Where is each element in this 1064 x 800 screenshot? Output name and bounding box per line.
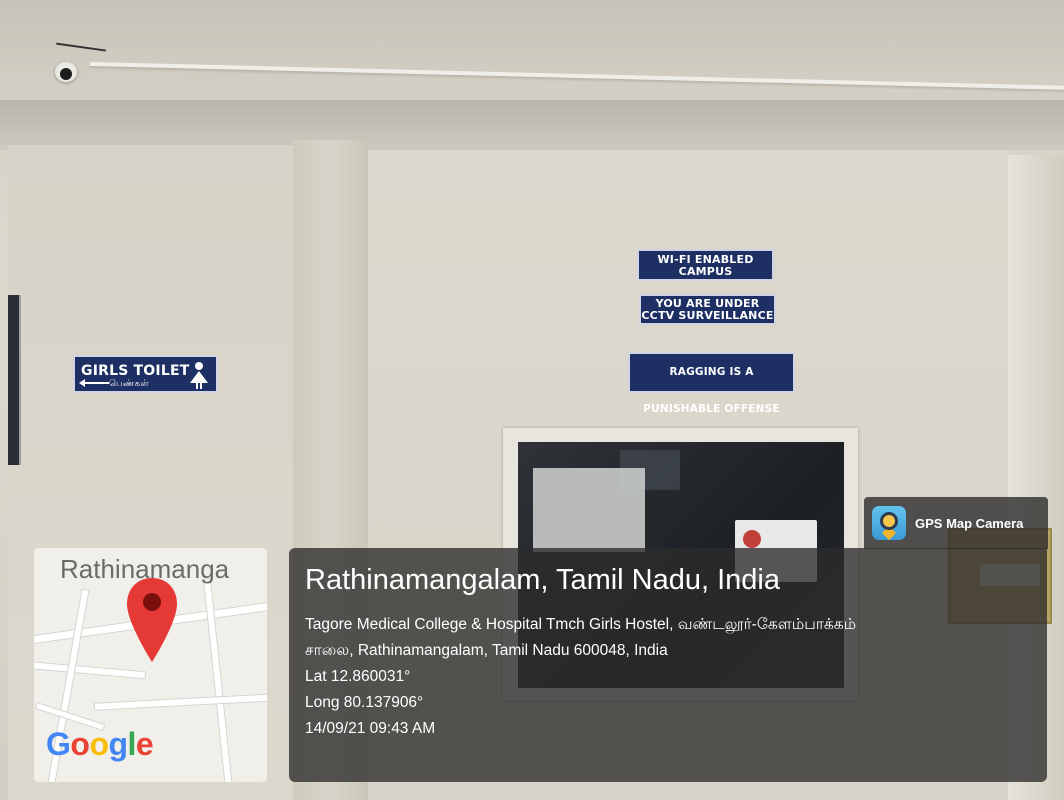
google-logo-g2: g	[108, 726, 128, 762]
location-pin-icon	[127, 578, 177, 662]
longitude: Long 80.137906°	[305, 694, 424, 711]
google-logo-e: e	[135, 726, 154, 762]
cctv-camera-lens	[60, 68, 72, 80]
girls-toilet-sign: GIRLS TOILET பெண்கள்	[73, 355, 218, 393]
ragging-sign-text: RAGGING IS A PUNISHABLE OFFENSE	[643, 366, 780, 415]
arrow-left-icon	[79, 379, 109, 387]
gps-map-camera-icon	[872, 506, 906, 541]
address-line-2: சாலை, Rathinamangalam, Tamil Nadu 600048…	[305, 642, 668, 659]
latitude: Lat 12.860031°	[305, 668, 411, 685]
datetime: 14/09/21 09:43 AM	[305, 720, 436, 737]
location-title: Rathinamangalam, Tamil Nadu, India	[305, 564, 781, 596]
address-line-1: Tagore Medical College & Hospital Tmch G…	[305, 616, 857, 633]
woman-icon	[188, 362, 210, 389]
map-thumbnail: Rathinamanga Google	[34, 548, 267, 782]
gps-map-camera-badge: GPS Map Camera	[864, 497, 1048, 549]
google-logo-o2: o	[89, 726, 109, 762]
gps-badge-label: GPS Map Camera	[915, 515, 1024, 531]
google-logo-l: l	[127, 726, 137, 762]
ragging-sign: RAGGING IS A PUNISHABLE OFFENSE	[628, 352, 795, 415]
cctv-sign: YOU ARE UNDER CCTV SURVEILLANCE	[639, 294, 776, 325]
wifi-sign: WI-FI ENABLED CAMPUS	[637, 249, 774, 281]
left-door-frame	[8, 295, 21, 465]
cctv-sign-line2: CCTV SURVEILLANCE	[641, 309, 774, 322]
ceiling-edge	[0, 100, 1064, 150]
google-logo: Google	[46, 726, 154, 763]
notice-paper	[533, 468, 645, 552]
location-info-panel: Rathinamangalam, Tamil Nadu, India Tagor…	[289, 548, 1047, 782]
google-logo-g1: G	[46, 726, 71, 762]
wifi-sign-line2: CAMPUS	[678, 265, 733, 278]
google-logo-o1: o	[70, 726, 90, 762]
